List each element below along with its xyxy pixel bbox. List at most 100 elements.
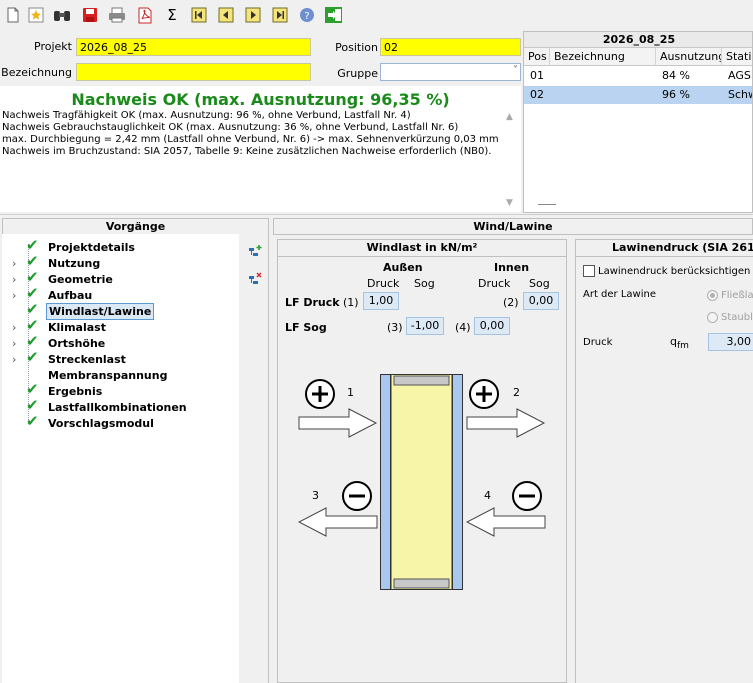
position-field[interactable]: 02 bbox=[380, 38, 521, 56]
expand-icon[interactable]: › bbox=[12, 272, 20, 287]
wind-lawine-title: Wind/Lawine bbox=[273, 218, 753, 235]
projekt-field[interactable]: 2026_08_25 bbox=[76, 38, 311, 56]
radio-staublawine[interactable] bbox=[707, 312, 718, 323]
col-sog-innen: Sog bbox=[529, 277, 550, 290]
windlast-title: Windlast in kN/m² bbox=[277, 239, 567, 257]
expand-icon[interactable]: › bbox=[12, 336, 20, 351]
tree-item-label: Ergebnis bbox=[48, 385, 103, 398]
scroll-down-icon[interactable]: ▼ bbox=[506, 198, 513, 208]
bezeichnung-label: Bezeichnung bbox=[1, 66, 72, 79]
prev-icon[interactable] bbox=[217, 6, 235, 24]
add-node-icon[interactable] bbox=[247, 244, 263, 260]
svg-text:?: ? bbox=[304, 11, 309, 22]
arrow-left-icon bbox=[465, 506, 546, 538]
binoculars-icon[interactable] bbox=[53, 6, 71, 24]
gruppe-label: Gruppe bbox=[337, 67, 378, 80]
tree-item-label: Lastfallkombinationen bbox=[48, 401, 187, 414]
tree-item-nutzung[interactable]: › ✔ Nutzung bbox=[12, 254, 212, 272]
splitter[interactable] bbox=[0, 214, 753, 215]
status-line: Nachweis Tragfähigkeit OK (max. Ausnutzu… bbox=[2, 110, 411, 121]
tree-item-windlast-lawine[interactable]: ✔ Windlast/Lawine bbox=[12, 302, 212, 320]
tree-item-label: Geometrie bbox=[48, 273, 113, 286]
horizontal-scroll-thumb[interactable] bbox=[538, 204, 556, 205]
position-label: Position bbox=[335, 41, 378, 54]
table-caption: 2026_08_25 bbox=[524, 32, 752, 48]
tree-item-klimalast[interactable]: › ✔ Klimalast bbox=[12, 318, 212, 336]
q-subscript: fm bbox=[676, 341, 689, 352]
print-icon[interactable] bbox=[108, 6, 126, 24]
tree-item-label: Vorschlagsmodul bbox=[48, 417, 154, 430]
next-icon[interactable] bbox=[244, 6, 262, 24]
tree-item-vorschlagsmodul[interactable]: ✔ Vorschlagsmodul bbox=[12, 414, 212, 432]
check-icon: ✔ bbox=[26, 332, 39, 350]
column-header[interactable]: Pos bbox=[524, 48, 550, 66]
tree-item-projektdetails[interactable]: ✔ Projektdetails bbox=[12, 238, 212, 256]
tree-item-lastfallkombinationen[interactable]: ✔ Lastfallkombinationen bbox=[12, 398, 212, 416]
scroll-up-icon[interactable]: ▲ bbox=[506, 112, 513, 122]
sog-aussen-input[interactable]: -1,00 bbox=[406, 317, 444, 335]
help-icon[interactable]: ? bbox=[298, 6, 316, 24]
exit-icon[interactable] bbox=[324, 6, 342, 24]
radio-fliesslawine[interactable] bbox=[707, 290, 718, 301]
gruppe-select[interactable]: ˅ bbox=[380, 63, 521, 81]
remove-node-icon[interactable] bbox=[247, 272, 263, 288]
table-row[interactable]: 01 84 % AGSB bbox=[524, 67, 752, 85]
radio-fliesslawine-label: Fließla bbox=[721, 290, 753, 301]
cell-statik: AGSB bbox=[728, 69, 752, 82]
col-druck-aussen: Druck bbox=[367, 277, 400, 290]
aussen-header: Außen bbox=[383, 261, 423, 274]
art-der-lawine-label: Art der Lawine bbox=[583, 289, 656, 300]
q-letter: q bbox=[670, 335, 677, 348]
save-icon[interactable] bbox=[81, 6, 99, 24]
tree-item-aufbau[interactable]: › ✔ Aufbau bbox=[12, 284, 212, 304]
new-icon[interactable] bbox=[4, 6, 22, 24]
pdf-icon[interactable] bbox=[136, 6, 154, 24]
check-icon: ✔ bbox=[26, 284, 39, 302]
bezeichnung-field[interactable] bbox=[76, 63, 311, 81]
column-header[interactable]: Ausnutzung bbox=[656, 48, 722, 66]
lawine-checkbox-label: Lawinendruck berücksichtigen bbox=[598, 266, 751, 277]
load-case-label-4: 4 bbox=[484, 489, 491, 502]
col-sog-aussen: Sog bbox=[414, 277, 435, 290]
arrow-left-icon bbox=[297, 506, 378, 538]
last-icon[interactable] bbox=[271, 6, 289, 24]
lawine-title: Lawinendruck (SIA 261/1 bbox=[575, 239, 753, 257]
status-line: Nachweis im Bruchzustand: SIA 2057, Tabe… bbox=[2, 146, 492, 157]
expand-icon[interactable]: › bbox=[12, 288, 20, 303]
tree-item-ortshoehe[interactable]: › ✔ Ortshöhe bbox=[12, 332, 212, 352]
expand-icon[interactable]: › bbox=[12, 352, 20, 367]
column-header[interactable]: Bezeichnung bbox=[550, 48, 656, 66]
load-number-2: (2) bbox=[503, 296, 519, 309]
projekt-label: Projekt bbox=[34, 40, 72, 53]
table-row-selected[interactable]: 02 96 % Schwe bbox=[524, 86, 752, 104]
sum-icon[interactable]: Σ bbox=[163, 6, 181, 24]
positions-table: 2026_08_25 Pos Bezeichnung Ausnutzung St… bbox=[523, 31, 753, 213]
expand-icon[interactable]: › bbox=[12, 320, 20, 335]
sog-innen-input[interactable]: 0,00 bbox=[474, 317, 510, 335]
table-header: Pos Bezeichnung Ausnutzung Statik bbox=[524, 48, 752, 66]
star-icon[interactable] bbox=[27, 6, 45, 24]
arrow-right-icon bbox=[466, 408, 546, 438]
col-druck-innen: Druck bbox=[478, 277, 511, 290]
tree-item-label: Aufbau bbox=[48, 289, 93, 302]
druck-innen-input[interactable]: 0,00 bbox=[523, 292, 559, 310]
first-icon[interactable] bbox=[190, 6, 208, 24]
lawine-checkbox[interactable] bbox=[583, 265, 595, 277]
load-case-label-3: 3 bbox=[312, 489, 319, 502]
tree-item-label: Projektdetails bbox=[48, 241, 135, 254]
check-icon: ✔ bbox=[26, 268, 39, 286]
tree-item-membranspannung[interactable]: Membranspannung bbox=[12, 368, 212, 384]
tree-item-ergebnis[interactable]: ✔ Ergebnis bbox=[12, 382, 212, 400]
tree-item-streckenlast[interactable]: › ✔ Streckenlast bbox=[12, 350, 212, 368]
status-line: max. Durchbiegung = 2,42 mm (Lastfall oh… bbox=[2, 134, 499, 145]
tree-item-geometrie[interactable]: › ✔ Geometrie bbox=[12, 268, 212, 288]
column-header[interactable]: Statik bbox=[722, 48, 752, 66]
chevron-down-icon: ˅ bbox=[513, 65, 518, 76]
druck-label: Druck bbox=[583, 337, 613, 348]
expand-icon[interactable]: › bbox=[12, 256, 20, 271]
druck-aussen-input[interactable]: 1,00 bbox=[363, 292, 399, 310]
lawine-druck-input[interactable]: 3,00 bbox=[708, 333, 753, 351]
innen-header: Innen bbox=[494, 261, 530, 274]
plus-icon bbox=[304, 378, 336, 410]
arrow-right-icon bbox=[298, 408, 378, 438]
